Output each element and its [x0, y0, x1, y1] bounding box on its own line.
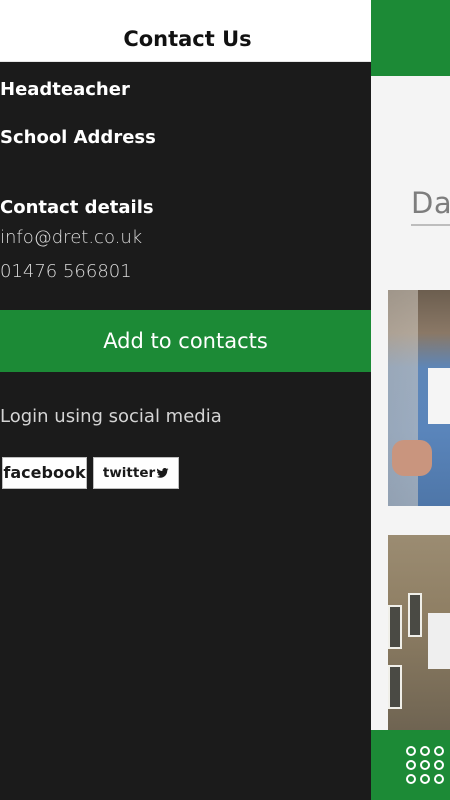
- social-login-label: Login using social media: [0, 406, 222, 427]
- background-logo-text: Dav: [411, 186, 450, 220]
- school-address-label: School Address: [0, 127, 156, 148]
- contact-drawer: Contact Us Headteacher School Address Co…: [0, 0, 371, 800]
- email-link[interactable]: info@dret.co.uk: [0, 227, 142, 248]
- card-overlay-panel: [428, 613, 450, 669]
- background-building-card-image[interactable]: [388, 535, 450, 730]
- facebook-button-label: facebook: [3, 463, 86, 482]
- twitter-login-button[interactable]: twitter: [93, 457, 179, 489]
- background-header-bar: [370, 0, 450, 76]
- card-overlay-panel: [428, 368, 450, 424]
- twitter-bird-icon: [156, 468, 169, 478]
- background-app: Dav: [370, 0, 450, 800]
- contact-details-label: Contact details: [0, 197, 154, 218]
- drawer-header: Contact Us: [0, 0, 371, 62]
- grid-menu-icon[interactable]: [406, 746, 446, 786]
- background-footer-bar: [370, 730, 450, 800]
- add-to-contacts-button[interactable]: Add to contacts: [0, 310, 371, 372]
- drawer-title: Contact Us: [123, 27, 252, 51]
- phone-link[interactable]: 01476 566801: [0, 261, 132, 282]
- background-news-card-image[interactable]: [388, 290, 450, 506]
- facebook-login-button[interactable]: facebook: [2, 457, 87, 489]
- twitter-button-label: twitter: [102, 465, 156, 481]
- headteacher-label: Headteacher: [0, 79, 130, 100]
- background-logo-underline: [411, 224, 450, 226]
